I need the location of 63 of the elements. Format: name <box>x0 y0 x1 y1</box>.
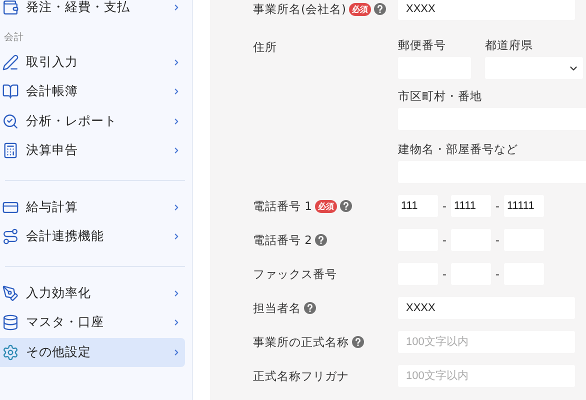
menu-icon <box>2 112 19 130</box>
chevron-icon <box>172 232 181 242</box>
sidebar-item[interactable]: 発注・経費・支払 <box>0 0 185 22</box>
menu-icon <box>2 142 19 160</box>
field-label: 事業所名(会社名) <box>253 2 346 16</box>
dash: - <box>494 233 501 247</box>
dash: - <box>494 267 501 281</box>
field-label: 正式名称フリガナ <box>253 368 349 384</box>
help-icon[interactable] <box>314 234 327 246</box>
menu-icon <box>2 83 19 100</box>
sidebar-item[interactable]: 給与計算 <box>0 192 185 222</box>
text-field[interactable]: 100文字以内 <box>398 331 575 353</box>
text-field[interactable]: XXXX <box>398 297 575 319</box>
required-badge: 必須 <box>314 200 337 212</box>
chevron-icon <box>172 87 181 96</box>
sidebar-item[interactable]: 取引入力 <box>0 48 185 77</box>
field-label: 住所 <box>253 40 277 54</box>
menu-icon <box>2 314 19 332</box>
prefecture-select[interactable] <box>485 57 583 79</box>
dash: - <box>441 267 448 281</box>
required-badge: 必須 <box>348 2 371 16</box>
section-heading: 会計 <box>3 30 25 44</box>
sidebar-item[interactable]: 決算申告 <box>0 136 185 166</box>
chevron-icon <box>172 58 181 67</box>
text-field[interactable]: 100文字以内 <box>398 365 575 387</box>
chevron-icon <box>172 288 181 298</box>
phone-field[interactable]: 11111 <box>504 195 544 217</box>
help-icon[interactable] <box>374 3 386 15</box>
sidebar-item[interactable]: 分析・レポート <box>0 106 185 136</box>
dash: - <box>494 199 501 213</box>
sidebar-item[interactable]: 会計帳簿 <box>0 77 185 106</box>
help-icon[interactable] <box>304 302 316 314</box>
dash: - <box>441 233 448 247</box>
field-label: 電話番号 2 <box>253 232 312 248</box>
sidebar-item[interactable]: 入力効率化 <box>0 278 185 308</box>
phone-field[interactable]: 111 <box>398 195 438 217</box>
chevron-icon <box>172 116 181 126</box>
field-label: 担当者名 <box>253 300 301 316</box>
field-label: 電話番号 1 <box>253 198 312 214</box>
field-label: 郵便番号 <box>398 38 447 52</box>
field-label: 事業所の正式名称 <box>253 334 349 350</box>
text-field[interactable]: XXXX <box>398 0 575 20</box>
menu-icon <box>2 54 19 71</box>
menu-icon <box>2 284 19 302</box>
menu-icon <box>2 228 19 246</box>
menu-icon <box>2 0 19 16</box>
sidebar-item[interactable]: マスタ・口座 <box>0 308 185 338</box>
chevron-icon <box>172 318 181 328</box>
chevron-icon <box>172 202 181 212</box>
field-label: 建物名・部屋番号など <box>398 142 519 156</box>
help-icon[interactable] <box>340 200 352 212</box>
chevron-icon <box>172 146 181 156</box>
sidebar-item[interactable]: 会計連携機能 <box>0 222 185 252</box>
phone-field[interactable]: 1111 <box>451 195 491 217</box>
chevron-icon <box>172 348 181 357</box>
chevron-icon <box>172 3 181 12</box>
help-icon[interactable] <box>352 336 364 348</box>
menu-icon <box>2 344 19 361</box>
dash: - <box>441 199 448 213</box>
sidebar-item[interactable]: その他設定 <box>0 338 185 367</box>
field-label: 市区町村・番地 <box>398 89 483 103</box>
field-label: ファックス番号 <box>253 266 337 282</box>
field-label: 都道府県 <box>485 38 534 52</box>
